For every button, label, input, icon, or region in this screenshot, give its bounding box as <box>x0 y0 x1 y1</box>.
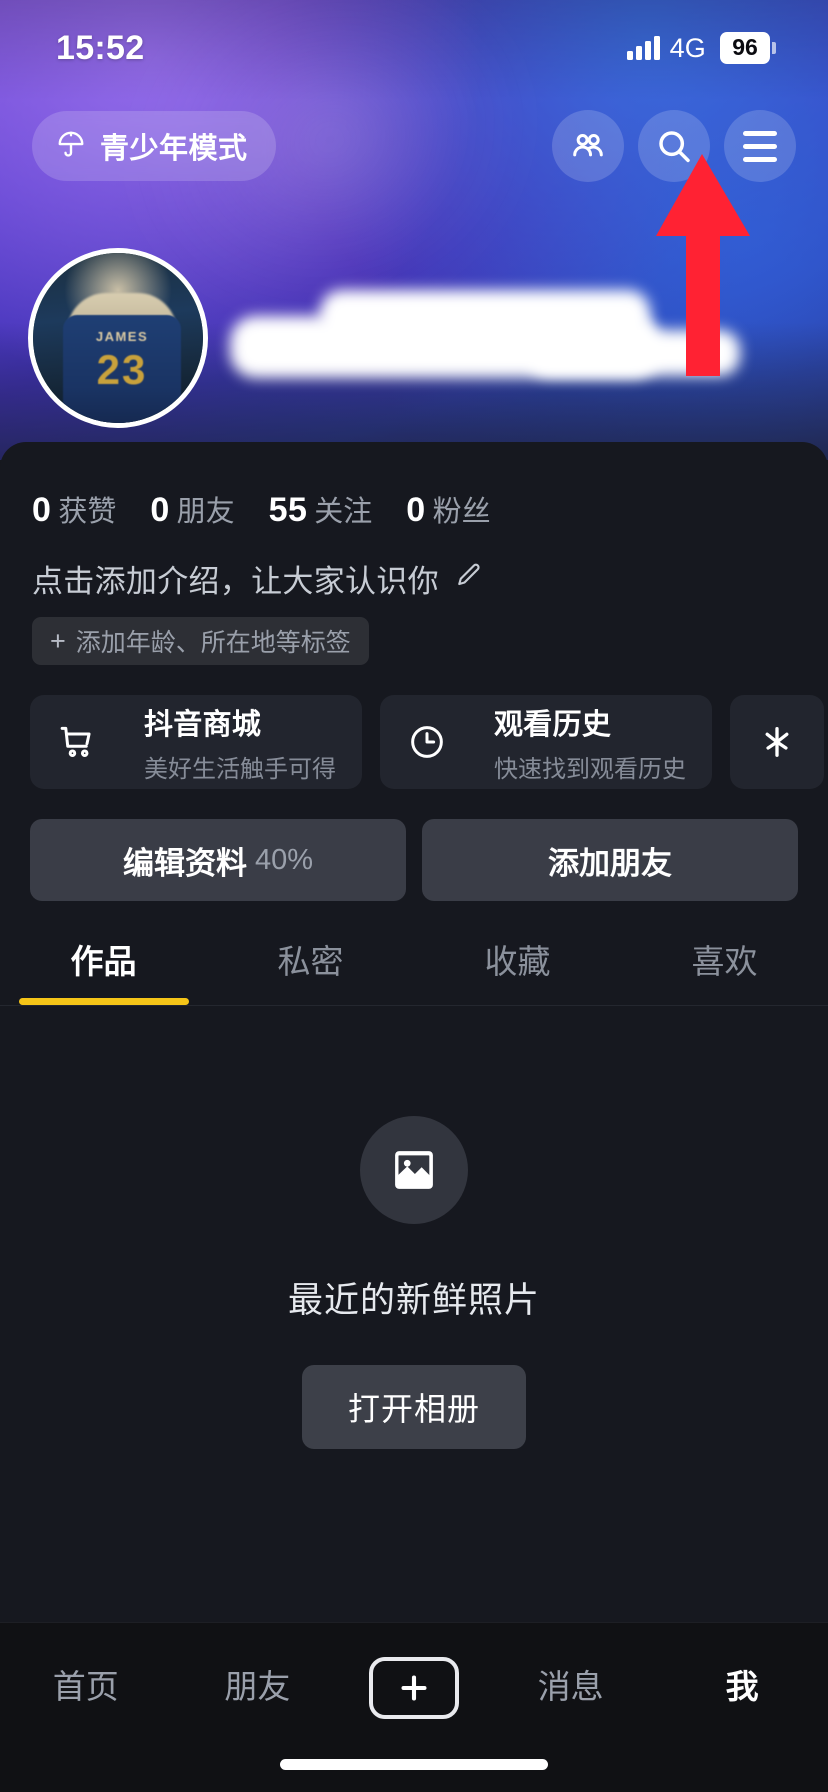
shortcut-card-history-title: 观看历史 <box>494 708 612 741</box>
stat-friends-label: 朋友 <box>176 496 235 528</box>
stat-followers-value: 0 <box>406 491 426 529</box>
stat-friends-value: 0 <box>150 491 170 529</box>
stat-following-value: 55 <box>268 491 308 529</box>
edit-profile-progress: 40% <box>254 843 314 876</box>
shortcut-card-mall-texts: 抖音商城 美好生活触手可得 <box>144 701 336 784</box>
umbrella-icon <box>56 129 86 164</box>
stat-likes[interactable]: 0 获赞 <box>32 488 116 530</box>
profile-stats: 0 获赞 0 朋友 55 关注 0 粉丝 <box>0 442 828 530</box>
battery-level-label: 96 <box>720 32 770 64</box>
tab-liked[interactable]: 喜欢 <box>621 935 828 1005</box>
status-time: 15:52 <box>56 28 145 67</box>
stat-following[interactable]: 55 关注 <box>269 488 373 530</box>
stat-likes-label: 获赞 <box>58 496 117 528</box>
tab-liked-label: 喜欢 <box>691 943 758 980</box>
edit-profile-label: 编辑资料 <box>122 845 247 881</box>
photo-icon <box>360 1116 468 1224</box>
nav-item-me[interactable]: 我 <box>682 1657 802 1711</box>
content-tabs: 作品 私密 收藏 喜欢 <box>0 901 828 1005</box>
tab-private-label: 私密 <box>277 943 344 980</box>
avatar-jersey-name: JAMES <box>95 329 149 344</box>
username-redaction <box>228 282 740 386</box>
nav-item-friends[interactable]: 朋友 <box>197 1657 317 1711</box>
plus-create-icon[interactable] <box>368 1657 459 1719</box>
empty-state-title: 最近的新鲜照片 <box>287 1281 540 1320</box>
shortcut-card-mall[interactable]: 抖音商城 美好生活触手可得 <box>30 695 362 789</box>
bio-placeholder-text: 点击添加介绍，让大家认识你 <box>32 564 439 599</box>
nav-item-messages[interactable]: 消息 <box>511 1657 631 1711</box>
stat-followers-label: 粉丝 <box>432 496 491 528</box>
add-friend-label: 添加朋友 <box>548 845 672 881</box>
shortcut-card-history-texts: 观看历史 快速找到观看历史 <box>494 701 686 784</box>
spark-icon <box>730 695 824 789</box>
avatar-photo: JAMES 23 <box>33 253 203 423</box>
nav-item-messages-label: 消息 <box>537 1668 604 1705</box>
stat-following-label: 关注 <box>314 496 373 528</box>
shortcut-card-mall-title: 抖音商城 <box>144 708 262 741</box>
shortcut-card-more[interactable] <box>730 695 824 789</box>
tab-works-label: 作品 <box>70 943 137 980</box>
shortcut-card-mall-subtitle: 美好生活触手可得 <box>144 755 336 783</box>
avatar[interactable]: JAMES 23 <box>28 248 208 428</box>
clock-history-icon <box>380 695 474 789</box>
open-album-button[interactable]: 打开相册 <box>302 1365 526 1449</box>
add-friend-button[interactable]: 添加朋友 <box>422 819 798 901</box>
nav-item-home[interactable]: 首页 <box>26 1657 146 1711</box>
stat-friends[interactable]: 0 朋友 <box>150 488 234 530</box>
shortcut-card-history-subtitle: 快速找到观看历史 <box>494 755 686 783</box>
add-tags-label: 添加年龄、所在地等标签 <box>75 629 351 657</box>
status-indicators: 4G 96 <box>626 32 776 64</box>
profile-action-buttons: 编辑资料 40% 添加朋友 <box>0 789 828 901</box>
tab-works[interactable]: 作品 <box>0 935 207 1005</box>
pencil-icon[interactable] <box>453 561 483 596</box>
edit-profile-button[interactable]: 编辑资料 40% <box>30 819 406 901</box>
tag-plus-icon: + <box>50 625 66 656</box>
battery-icon: 96 <box>720 32 776 64</box>
nav-item-friends-label: 朋友 <box>224 1668 291 1705</box>
nav-item-me-label: 我 <box>725 1668 759 1705</box>
teen-mode-button[interactable]: 青少年模式 <box>32 111 276 181</box>
tab-favorites-label: 收藏 <box>484 943 551 980</box>
shortcut-card-history[interactable]: 观看历史 快速找到观看历史 <box>380 695 712 789</box>
add-tags-chip[interactable]: + 添加年龄、所在地等标签 <box>32 617 369 665</box>
avatar-jersey-number: 23 <box>96 346 148 393</box>
annotation-arrow-icon <box>646 150 756 385</box>
tab-private[interactable]: 私密 <box>207 935 414 1005</box>
profile-sheet: 0 获赞 0 朋友 55 关注 0 粉丝 点击添加介绍，让大家认识你 + 添加年… <box>0 442 828 1622</box>
network-type-label: 4G <box>669 32 706 63</box>
home-indicator <box>280 1759 548 1770</box>
stat-likes-value: 0 <box>32 491 52 529</box>
tab-favorites[interactable]: 收藏 <box>414 935 621 1005</box>
status-bar: 15:52 4G 96 <box>0 0 828 96</box>
avatar-jersey: JAMES 23 <box>63 315 181 423</box>
shopping-cart-icon <box>30 695 124 789</box>
teen-mode-label: 青少年模式 <box>100 133 248 165</box>
nav-item-home-label: 首页 <box>52 1668 119 1705</box>
douyin-profile-screen: 15:52 4G 96 青少年模式 JAMES 23 0 获赞 0 朋友 55 … <box>0 0 828 1792</box>
friends-icon[interactable] <box>552 110 624 182</box>
open-album-label: 打开相册 <box>347 1391 480 1427</box>
bio-row[interactable]: 点击添加介绍，让大家认识你 <box>0 530 828 601</box>
empty-state: 最近的新鲜照片 打开相册 <box>0 1006 828 1449</box>
shortcut-cards: 抖音商城 美好生活触手可得 观看历史 快速找到观看历史 <box>0 665 828 789</box>
stat-followers[interactable]: 0 粉丝 <box>406 488 490 530</box>
signal-bars-icon <box>626 36 660 60</box>
